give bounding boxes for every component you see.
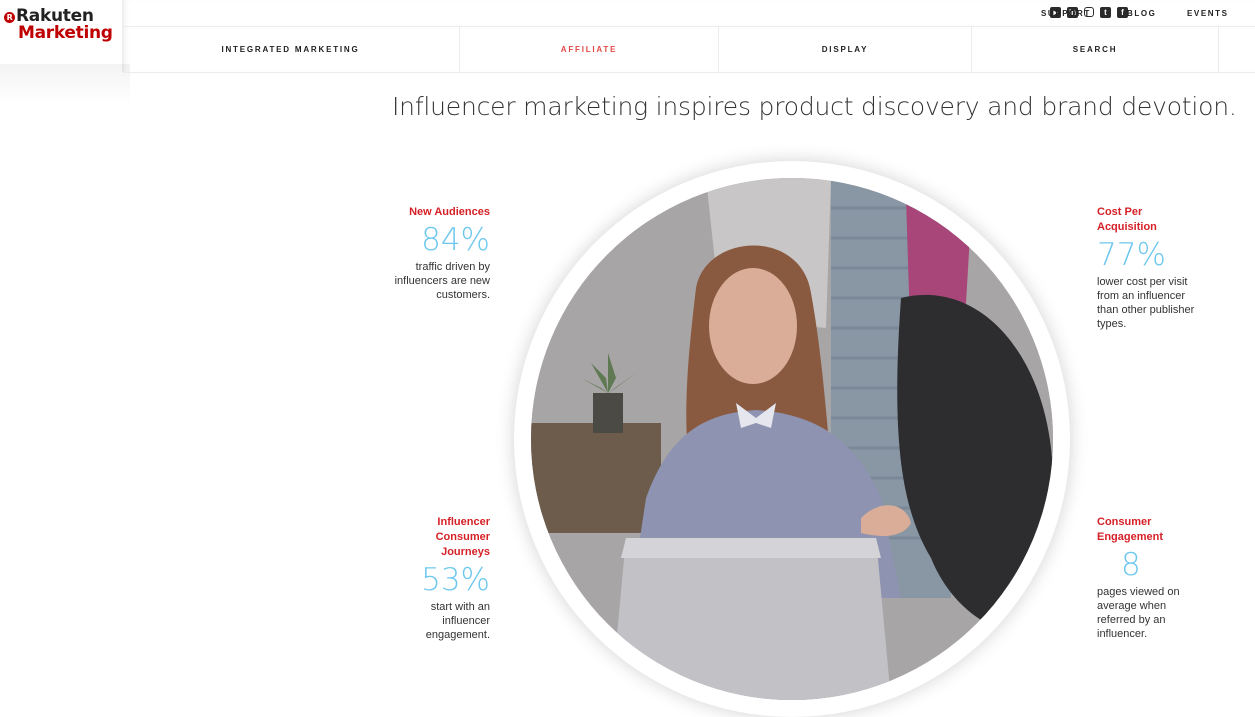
- influencer-photo-illustration: [531, 178, 1053, 700]
- stat-influencer-consumer-journeys: Influencer Consumer Journeys 53% start w…: [400, 515, 490, 642]
- stat-description: pages viewed on average when referred by…: [1097, 586, 1180, 640]
- stat-description: traffic driven by influencers are new cu…: [394, 261, 490, 301]
- stat-cost-per-acquisition: Cost Per Acquisition 77% lower cost per …: [1097, 205, 1207, 331]
- stat-title: Cost Per Acquisition: [1097, 206, 1157, 233]
- stat-value: 84%: [421, 222, 490, 258]
- utility-bar: ▸ in t f SUPPORT BLOG EVENTS: [122, 0, 1255, 27]
- page-headline: Influencer marketing inspires product di…: [392, 92, 1237, 121]
- nav-tab-integrated-marketing[interactable]: INTEGRATED MARKETING: [122, 27, 460, 72]
- stat-new-audiences: New Audiences 84% traffic driven by infl…: [370, 205, 490, 302]
- logo-shadow: [0, 64, 130, 104]
- nav-tab-display[interactable]: DISPLAY: [719, 27, 972, 72]
- events-link[interactable]: EVENTS: [1187, 9, 1229, 18]
- stat-consumer-engagement: Consumer Engagement 8 pages viewed on av…: [1097, 515, 1192, 641]
- stat-description: lower cost per visit from an influencer …: [1097, 276, 1195, 330]
- stat-title: Consumer Engagement: [1097, 516, 1164, 543]
- site-header: R Rakuten Marketing ▸ in t f SUPPORT BLOG…: [0, 0, 1255, 104]
- stat-value: 53%: [421, 562, 490, 598]
- rakuten-r-mark-icon: R: [4, 12, 15, 23]
- stat-value: 77%: [1097, 237, 1166, 273]
- blog-link[interactable]: BLOG: [1127, 9, 1157, 18]
- stat-value: 8: [1121, 547, 1141, 583]
- logo-line-2: Marketing: [18, 23, 113, 43]
- stat-description: start with an influencer engagement.: [425, 601, 490, 641]
- rakuten-marketing-logo[interactable]: R Rakuten Marketing: [4, 6, 122, 66]
- stat-title: Influencer Consumer Journeys: [435, 516, 490, 558]
- support-link[interactable]: SUPPORT: [1041, 9, 1091, 18]
- nav-tab-affiliate[interactable]: AFFILIATE: [460, 27, 719, 72]
- influencer-photo: [531, 178, 1053, 700]
- stat-title: New Audiences: [409, 206, 490, 218]
- main-nav: INTEGRATED MARKETING AFFILIATE DISPLAY S…: [122, 27, 1255, 73]
- twitter-icon[interactable]: t: [1100, 7, 1111, 18]
- nav-tab-search[interactable]: SEARCH: [972, 27, 1219, 72]
